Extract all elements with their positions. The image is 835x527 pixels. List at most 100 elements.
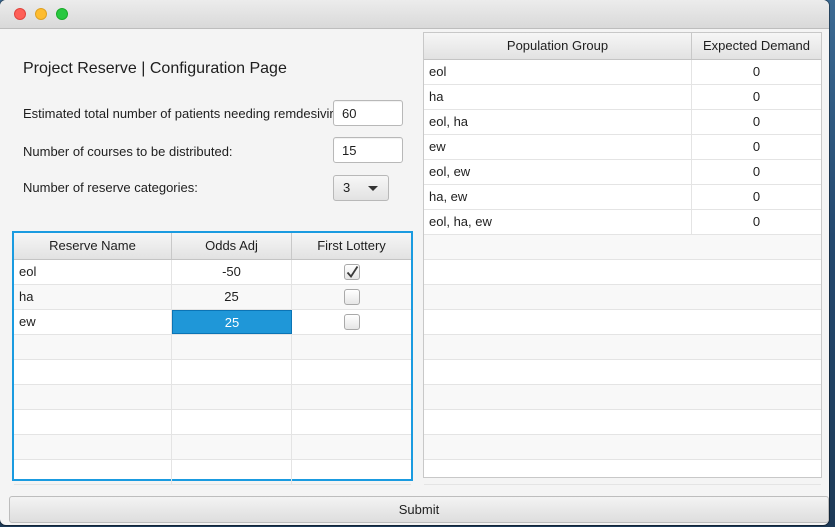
odds-adj-cell[interactable] (172, 410, 292, 434)
empty-cell (424, 235, 821, 259)
close-window-button[interactable] (14, 8, 26, 20)
empty-cell (424, 285, 821, 309)
table-row[interactable] (424, 310, 821, 335)
table-row[interactable]: ew 25 (14, 310, 411, 335)
table-row[interactable] (424, 460, 821, 485)
table-row[interactable]: ha, ew 0 (424, 185, 821, 210)
table-row[interactable] (14, 410, 411, 435)
reserve-name-cell[interactable]: ha (14, 285, 172, 309)
odds-adj-cell[interactable]: 25 (172, 310, 292, 334)
population-group-cell: eol (424, 60, 692, 84)
odds-adj-cell[interactable] (172, 385, 292, 409)
categories-select-value: 3 (343, 180, 351, 195)
maximize-window-button[interactable] (56, 8, 68, 20)
odds-adj-cell[interactable]: 25 (172, 285, 292, 309)
empty-cell (424, 410, 821, 434)
column-header-expected-demand[interactable]: Expected Demand (692, 33, 821, 59)
population-group-cell: eol, ha (424, 110, 692, 134)
population-table-body: eol 0 ha 0 eol, ha 0 ew 0 eol, ew 0 ha, ew 0 eol, ha… (424, 60, 821, 485)
table-row[interactable]: ha 25 (14, 285, 411, 310)
table-row[interactable] (424, 385, 821, 410)
courses-input[interactable] (333, 137, 403, 163)
expected-demand-cell: 0 (752, 114, 761, 129)
population-group-cell: ew (424, 135, 692, 159)
table-row[interactable] (14, 335, 411, 360)
column-header-first-lottery[interactable]: First Lottery (292, 233, 411, 259)
population-group-cell: ha (424, 85, 692, 109)
empty-cell (424, 435, 821, 459)
table-row[interactable] (424, 285, 821, 310)
population-group-cell: eol, ew (424, 160, 692, 184)
reserve-name-cell[interactable] (14, 360, 172, 384)
table-row[interactable] (424, 335, 821, 360)
first-lottery-checkbox[interactable] (343, 289, 360, 305)
odds-adj-cell[interactable] (172, 335, 292, 359)
first-lottery-cell[interactable] (292, 310, 411, 334)
categories-label: Number of reserve categories: (23, 180, 198, 195)
table-row[interactable] (424, 410, 821, 435)
population-group-cell: eol, ha, ew (424, 210, 692, 234)
population-table-header: Population Group Expected Demand (424, 33, 821, 60)
first-lottery-cell[interactable] (292, 385, 411, 409)
reserve-table[interactable]: Reserve Name Odds Adj First Lottery eol -… (12, 231, 413, 485)
table-row[interactable] (14, 460, 411, 485)
population-group-cell: ha, ew (424, 185, 692, 209)
submit-button[interactable]: Submit (9, 496, 829, 523)
first-lottery-cell[interactable] (292, 360, 411, 384)
table-row[interactable]: ha 0 (424, 85, 821, 110)
empty-cell (424, 310, 821, 334)
column-header-population-group[interactable]: Population Group (424, 33, 692, 59)
table-row[interactable]: eol, ha, ew 0 (424, 210, 821, 235)
expected-demand-cell: 0 (752, 89, 761, 104)
first-lottery-cell[interactable] (292, 335, 411, 359)
table-row[interactable]: ew 0 (424, 135, 821, 160)
app-window: Project Reserve | Configuration Page Est… (0, 0, 829, 525)
courses-label: Number of courses to be distributed: (23, 144, 233, 159)
patients-label: Estimated total number of patients needi… (23, 106, 338, 121)
table-row[interactable] (14, 385, 411, 410)
first-lottery-cell[interactable] (292, 285, 411, 309)
table-row[interactable]: eol 0 (424, 60, 821, 85)
checkmark-icon (346, 266, 358, 278)
first-lottery-cell[interactable] (292, 410, 411, 434)
first-lottery-cell[interactable] (292, 460, 411, 484)
reserve-name-cell[interactable] (14, 435, 172, 459)
reserve-name-cell[interactable]: ew (14, 310, 172, 334)
first-lottery-checkbox[interactable] (343, 264, 360, 280)
first-lottery-cell[interactable] (292, 260, 411, 284)
table-row[interactable]: eol, ew 0 (424, 160, 821, 185)
reserve-table-body: eol -50 ha 25 ew 25 (14, 260, 411, 485)
empty-cell (424, 385, 821, 409)
table-row[interactable] (14, 360, 411, 385)
minimize-window-button[interactable] (35, 8, 47, 20)
table-row[interactable] (424, 360, 821, 385)
patients-input[interactable] (333, 100, 403, 126)
reserve-name-cell[interactable] (14, 385, 172, 409)
empty-cell (424, 460, 821, 484)
column-header-odds-adj[interactable]: Odds Adj (172, 233, 292, 259)
reserve-name-cell[interactable] (14, 460, 172, 484)
reserve-name-cell[interactable] (14, 410, 172, 434)
column-header-reserve-name[interactable]: Reserve Name (14, 233, 172, 259)
reserve-name-cell[interactable]: eol (14, 260, 172, 284)
odds-adj-cell[interactable] (172, 435, 292, 459)
table-row[interactable] (424, 235, 821, 260)
reserve-table-header: Reserve Name Odds Adj First Lottery (14, 233, 411, 260)
population-table[interactable]: Population Group Expected Demand eol 0 ha 0… (423, 32, 822, 485)
empty-cell (424, 335, 821, 359)
odds-adj-cell[interactable] (172, 460, 292, 484)
categories-select[interactable]: 3 (333, 175, 389, 201)
first-lottery-checkbox[interactable] (343, 314, 360, 330)
first-lottery-cell[interactable] (292, 435, 411, 459)
table-row[interactable] (424, 435, 821, 460)
expected-demand-cell: 0 (752, 189, 761, 204)
table-row[interactable] (14, 435, 411, 460)
odds-adj-cell[interactable]: -50 (172, 260, 292, 284)
table-row[interactable]: eol -50 (14, 260, 411, 285)
table-row[interactable] (424, 260, 821, 285)
reserve-name-cell[interactable] (14, 335, 172, 359)
expected-demand-cell: 0 (752, 164, 761, 179)
table-row[interactable]: eol, ha 0 (424, 110, 821, 135)
odds-adj-cell[interactable] (172, 360, 292, 384)
empty-cell (424, 360, 821, 384)
